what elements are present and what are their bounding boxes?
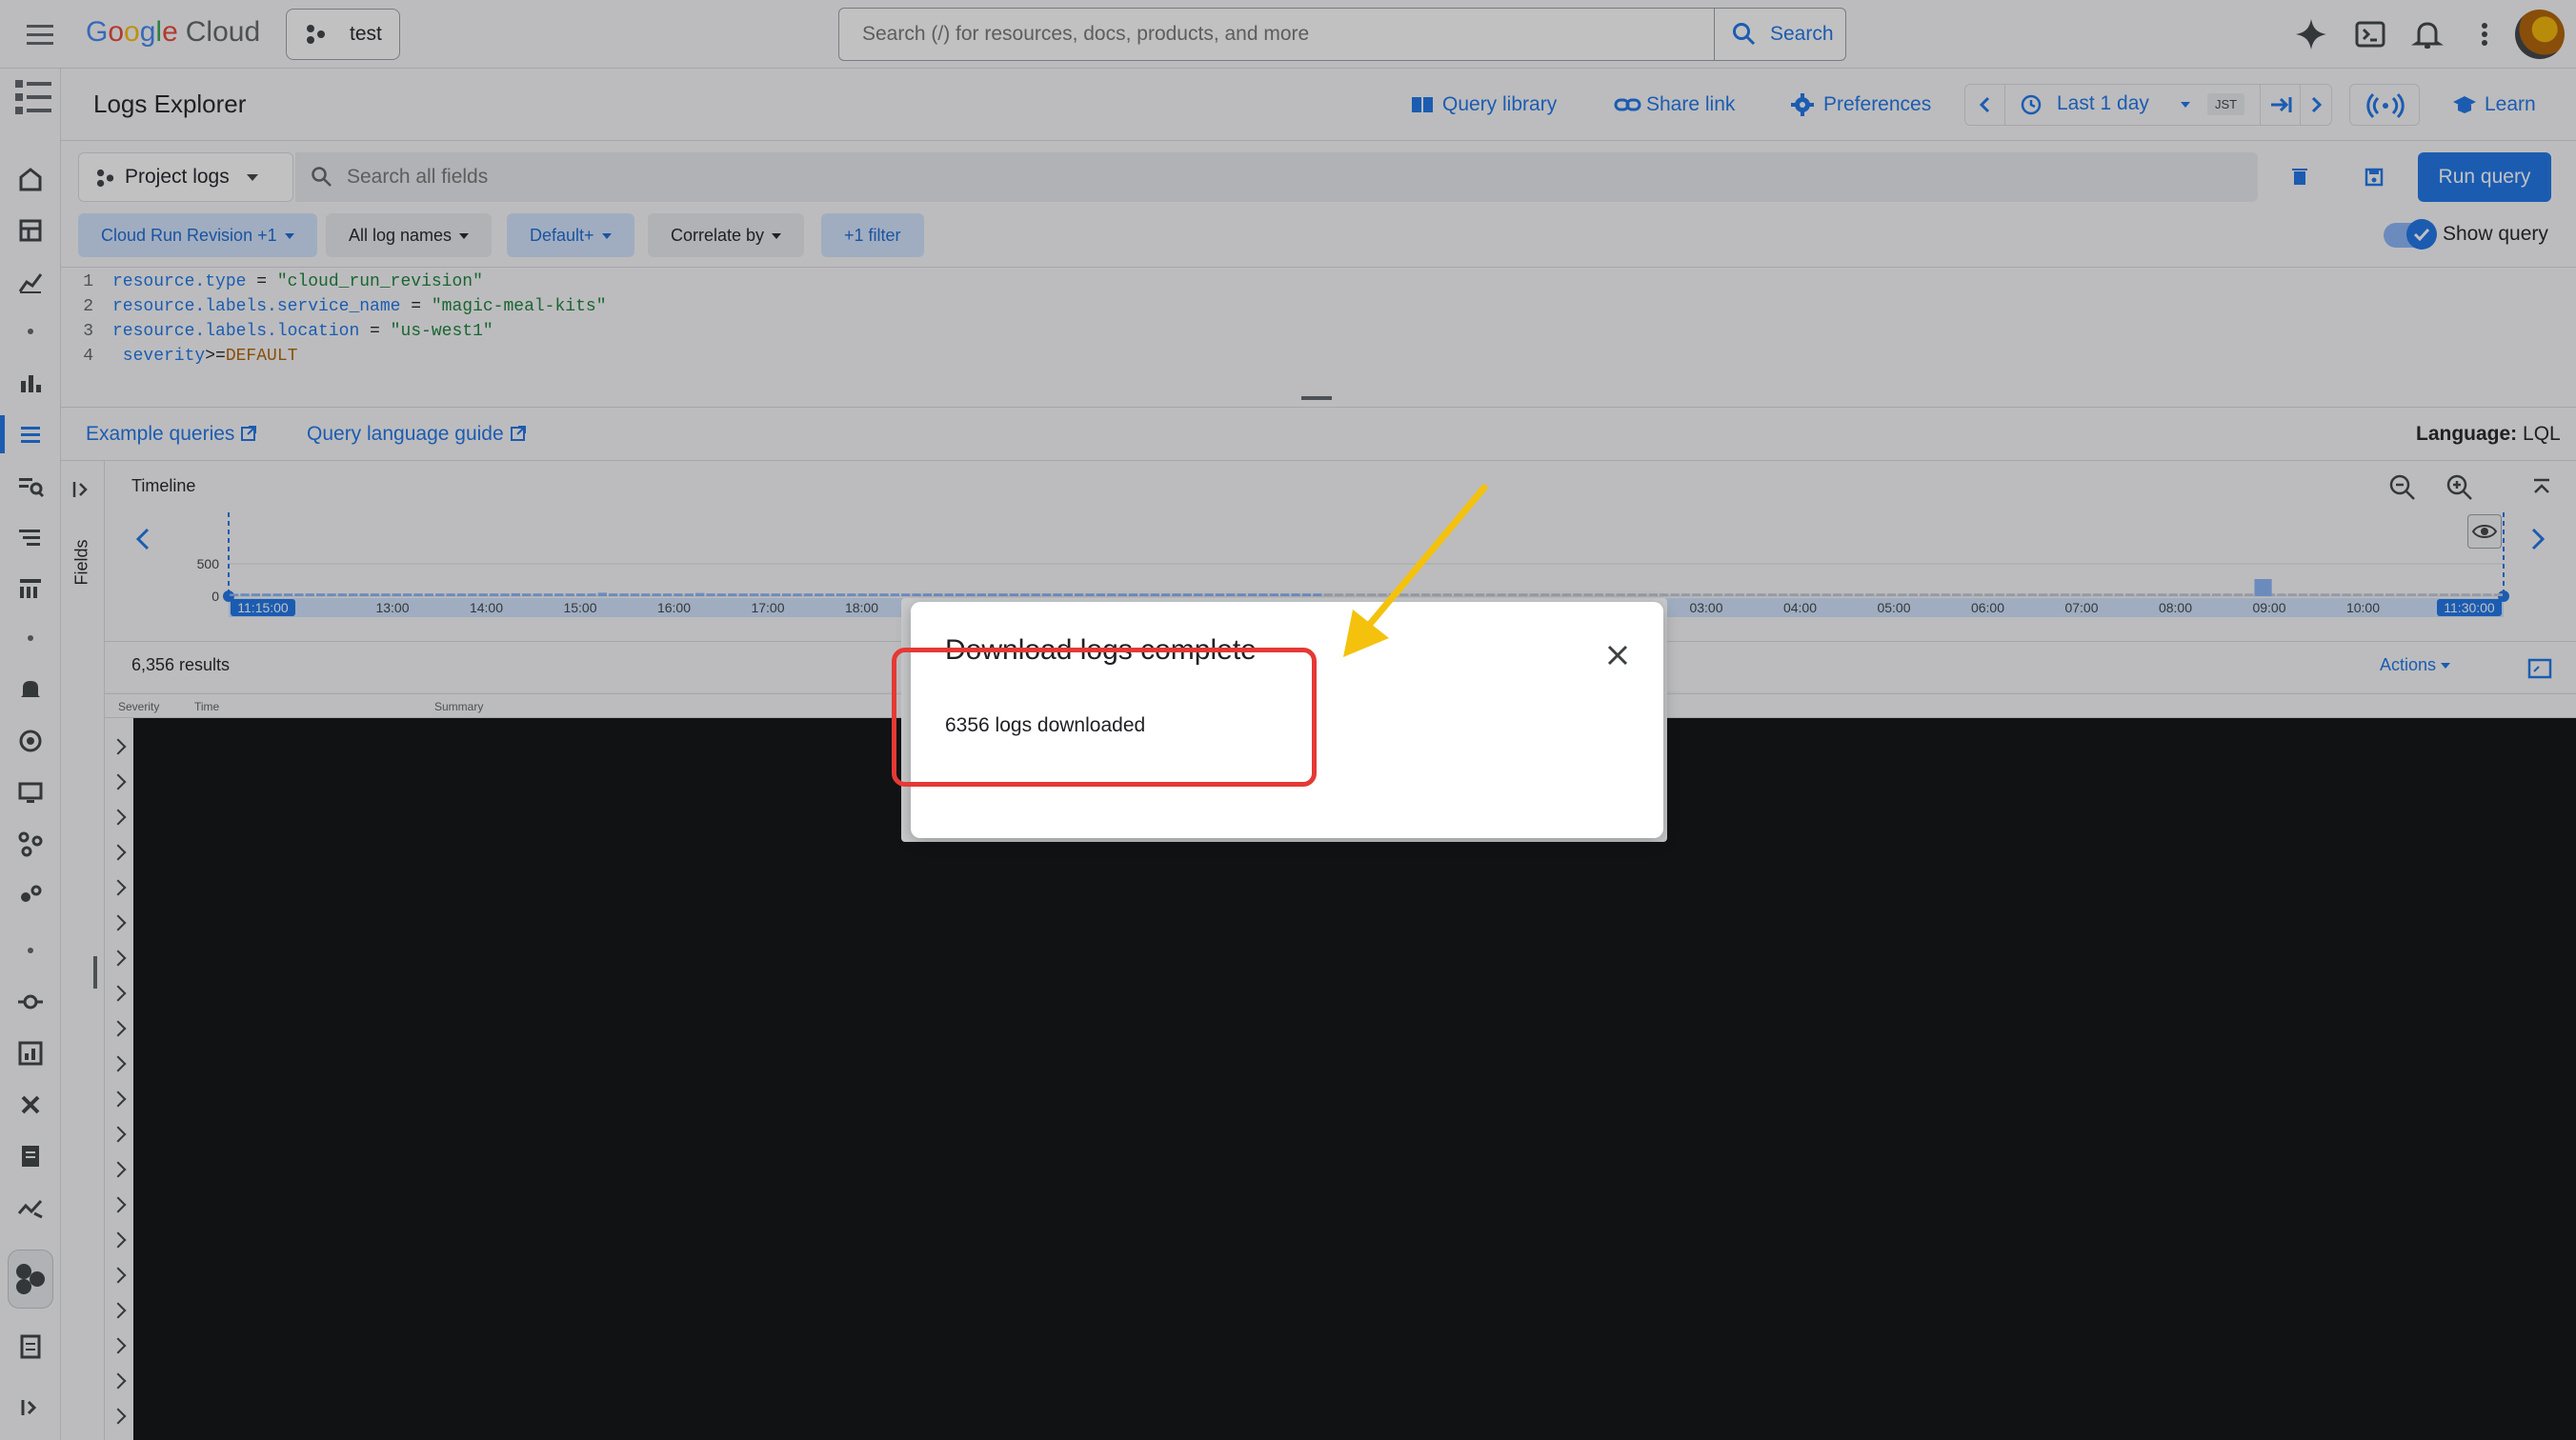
annotation-arrow-icon — [1343, 484, 1488, 657]
highlight-box — [892, 648, 1317, 787]
close-icon[interactable] — [1602, 640, 1633, 670]
